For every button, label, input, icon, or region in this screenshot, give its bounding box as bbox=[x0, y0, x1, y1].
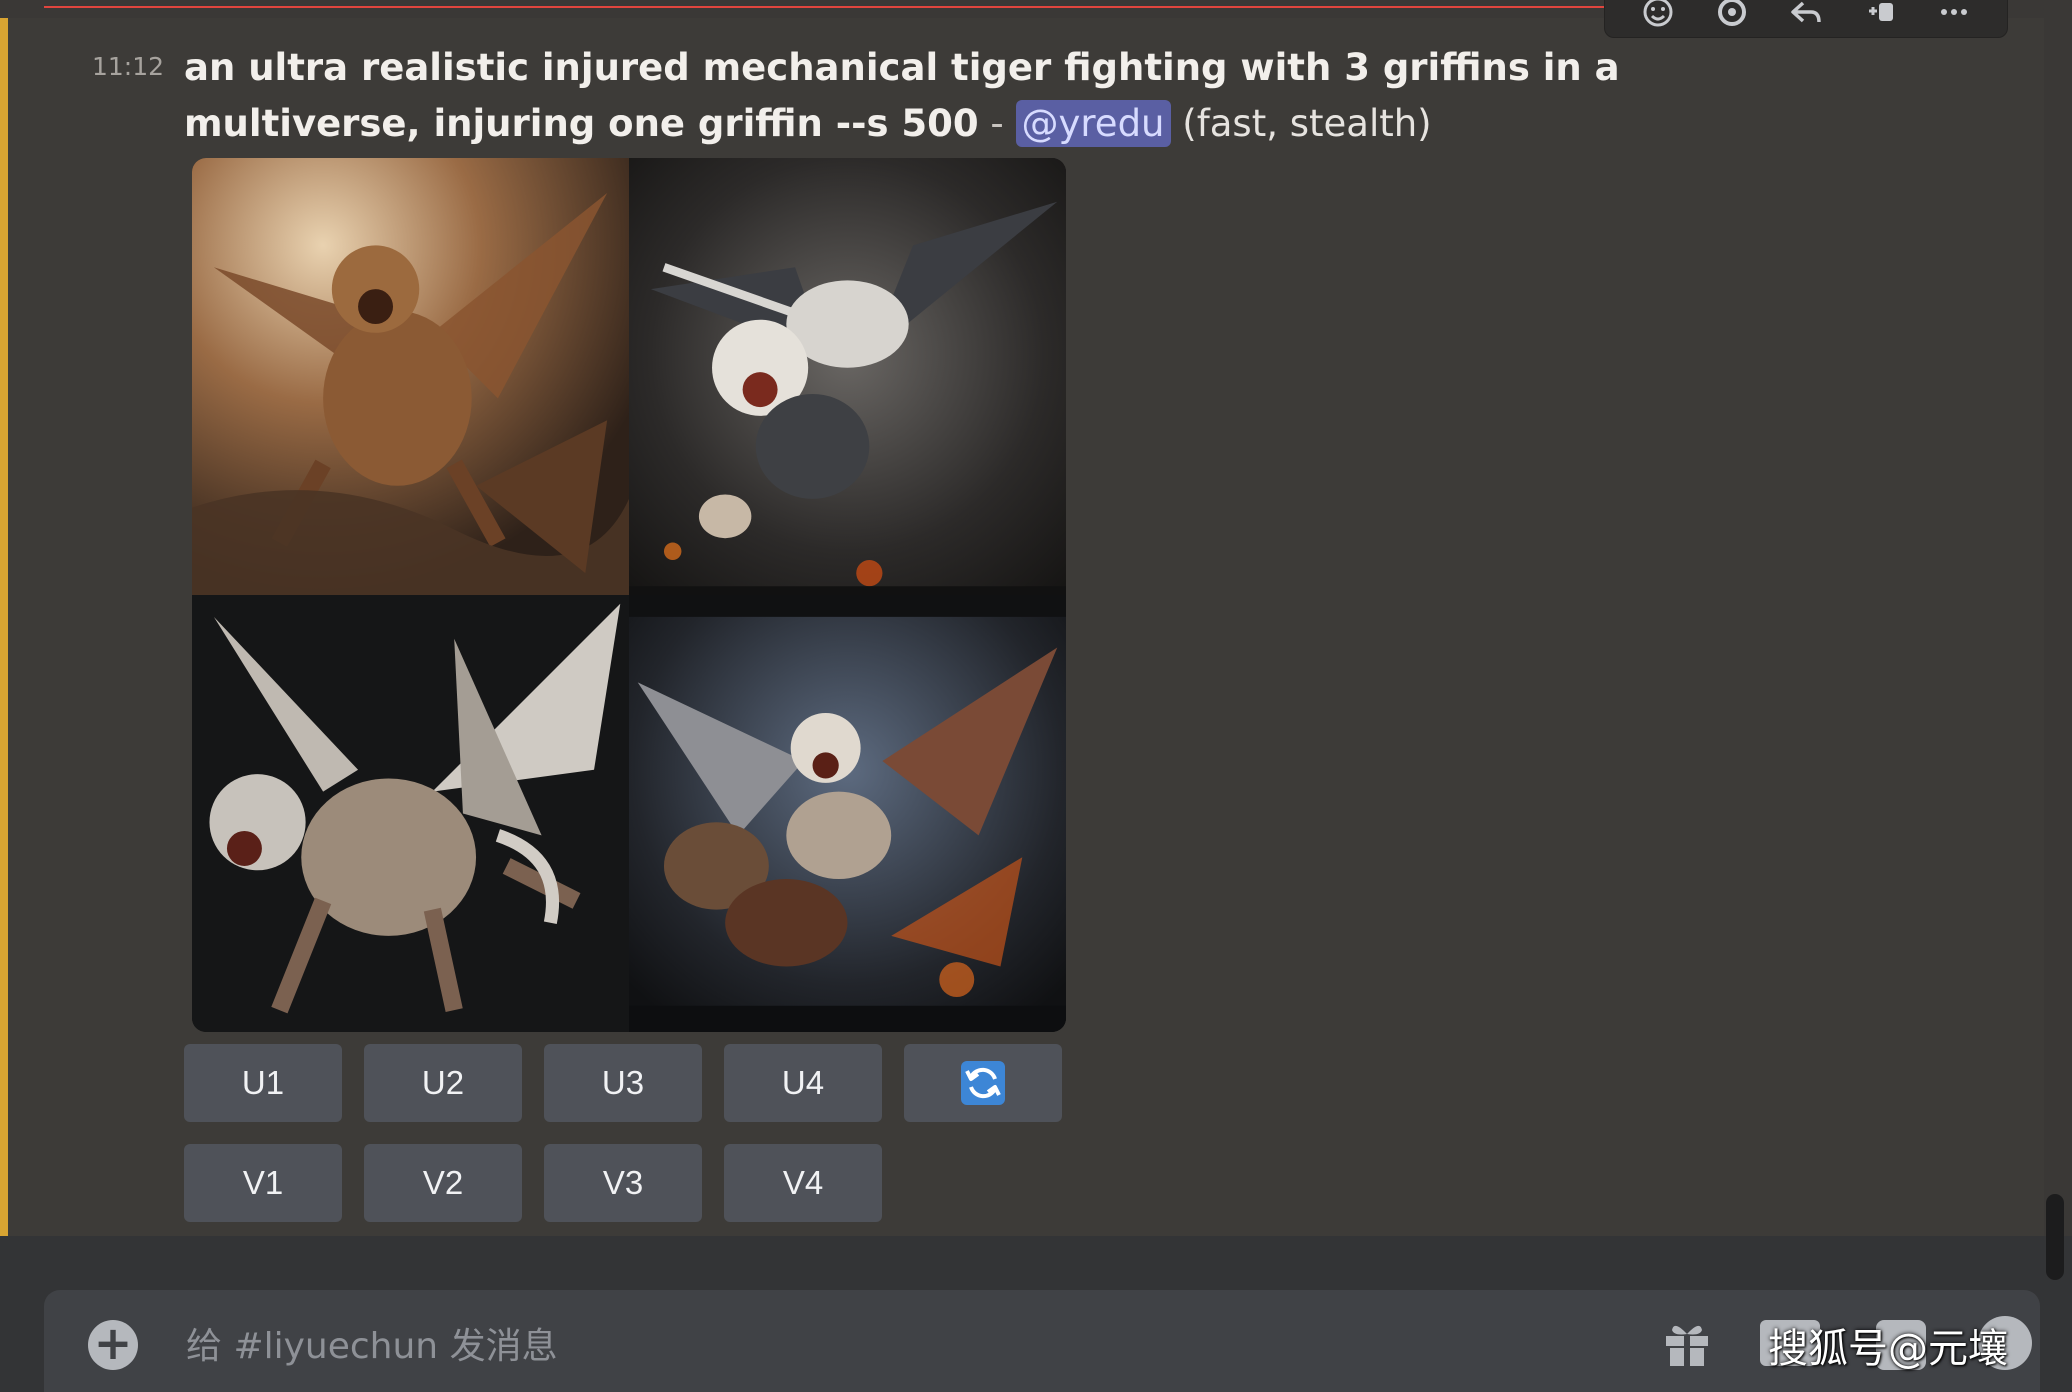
separator: - bbox=[978, 102, 1016, 145]
upscale-button-4[interactable]: U4 bbox=[724, 1044, 882, 1122]
message-input[interactable] bbox=[184, 1312, 1288, 1380]
message-content: an ultra realistic injured mechanical ti… bbox=[184, 40, 1834, 152]
upscale-button-3[interactable]: U3 bbox=[544, 1044, 702, 1122]
user-mention[interactable]: @yredu bbox=[1015, 100, 1171, 147]
variation-button-2[interactable]: V2 bbox=[364, 1144, 522, 1222]
image-tile-4[interactable] bbox=[629, 595, 1066, 1032]
plus-icon: + bbox=[93, 1316, 133, 1370]
upscale-button-1[interactable]: U1 bbox=[184, 1044, 342, 1122]
bot-message: 11:12 an ultra realistic injured mechani… bbox=[8, 18, 2044, 1236]
variation-button-4[interactable]: V4 bbox=[724, 1144, 882, 1222]
app-command-icon[interactable] bbox=[1712, 0, 1752, 32]
add-reaction-icon[interactable] bbox=[1638, 0, 1678, 32]
refresh-icon bbox=[961, 1061, 1005, 1105]
gift-icon[interactable] bbox=[1660, 1316, 1714, 1370]
scrollbar-thumb[interactable] bbox=[2046, 1194, 2064, 1280]
new-messages-divider bbox=[44, 6, 1604, 8]
more-options-icon[interactable] bbox=[1934, 0, 1974, 32]
reply-icon[interactable] bbox=[1786, 0, 1826, 32]
variation-button-1[interactable]: V1 bbox=[184, 1144, 342, 1222]
message-timestamp: 11:12 bbox=[92, 52, 165, 81]
watermark: 搜狐号@元壤 bbox=[1768, 1326, 2008, 1372]
image-tile-1[interactable] bbox=[192, 158, 629, 595]
variation-button-3[interactable]: V3 bbox=[544, 1144, 702, 1222]
mode-text: (fast, stealth) bbox=[1170, 102, 1432, 145]
image-tile-3[interactable] bbox=[192, 595, 629, 1032]
reroll-button[interactable] bbox=[904, 1044, 1062, 1122]
message-hover-toolbar bbox=[1604, 0, 2008, 38]
discord-app: 11:12 an ultra realistic injured mechani… bbox=[0, 0, 2072, 1392]
image-tile-2[interactable] bbox=[629, 158, 1066, 595]
upscale-button-2[interactable]: U2 bbox=[364, 1044, 522, 1122]
upload-button[interactable]: + bbox=[88, 1320, 138, 1370]
image-grid[interactable] bbox=[192, 158, 1066, 1032]
mention-highlight-bar bbox=[0, 18, 8, 1236]
create-thread-icon[interactable] bbox=[1860, 0, 1900, 32]
message-composer: + bbox=[44, 1290, 2040, 1392]
